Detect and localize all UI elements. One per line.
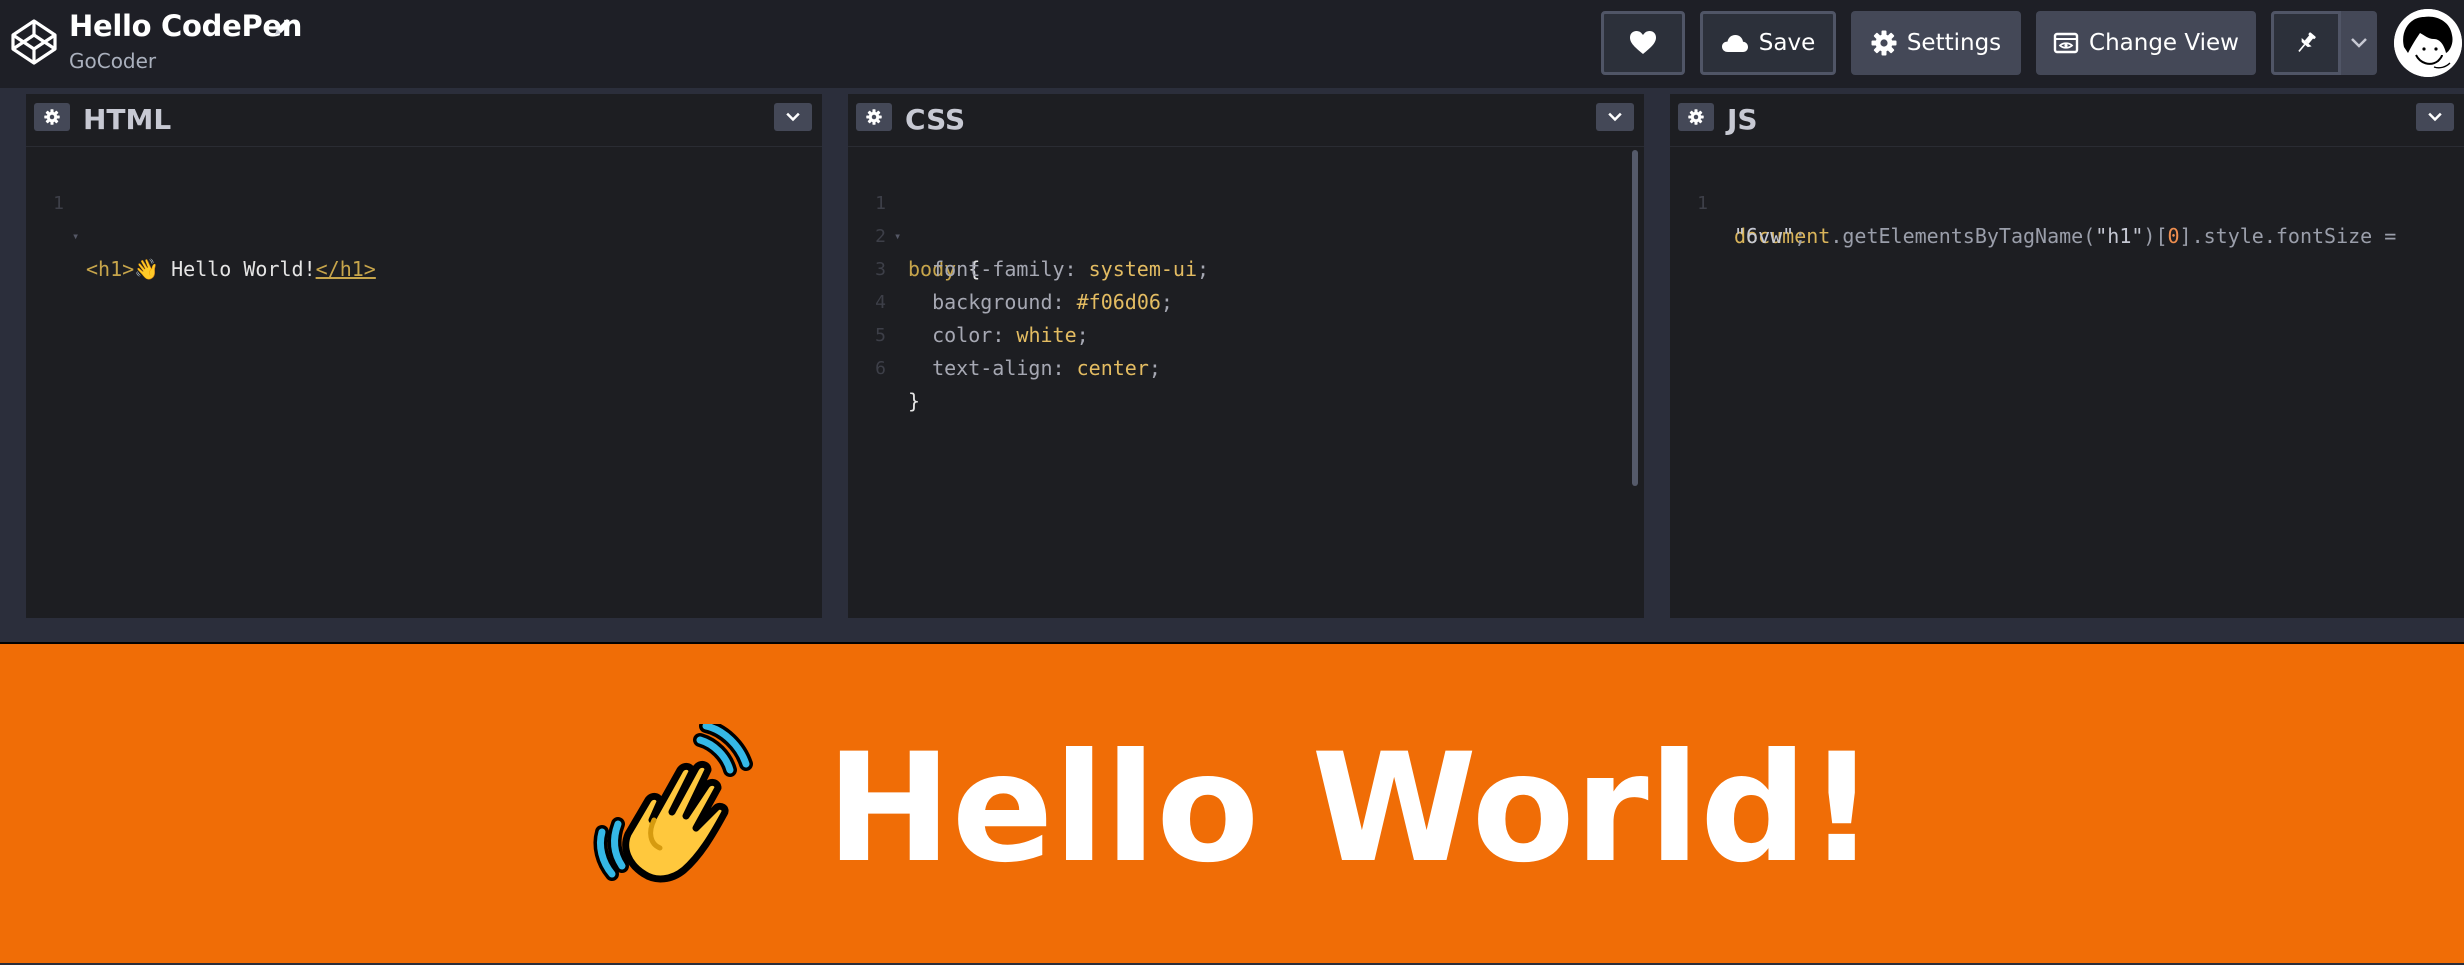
code-line: 3 background: #f06d06; (848, 220, 1644, 314)
html-code[interactable]: 1 ▾ <h1>👋 Hello World!</h1> (26, 154, 822, 281)
css-settings-button[interactable] (856, 103, 892, 131)
js-panel-header: JS (1670, 94, 2464, 147)
html-settings-button[interactable] (34, 103, 70, 131)
change-view-icon (2053, 32, 2079, 54)
code-line: 2 font-family: system-ui; (848, 187, 1644, 281)
change-view-button-label: Change View (2089, 30, 2239, 56)
html-panel-header: HTML (26, 94, 822, 147)
js-string-arg: "h1" (2095, 224, 2144, 248)
css-collapse-button[interactable] (1596, 103, 1634, 131)
cloud-icon (1721, 35, 1748, 52)
html-panel-title: HTML (83, 103, 172, 136)
css-scrollbar[interactable] (1632, 150, 1638, 486)
css-code[interactable]: 1 ▾ body { 2 font-family: system-ui; 3 b… (848, 154, 1644, 413)
gear-icon (44, 109, 60, 125)
html-open-tag: <h1> (86, 257, 135, 281)
css-brace: } (908, 389, 921, 413)
js-semicolon: ; (1794, 224, 1807, 248)
pen-owner[interactable]: GoCoder (69, 49, 156, 73)
gear-icon (1871, 30, 1897, 56)
code-line: 5 text-align: center; (848, 286, 1644, 380)
code-line: 6 } (848, 319, 1644, 413)
css-value: center (1076, 356, 1149, 380)
pin-dropdown-button[interactable] (2341, 11, 2377, 75)
line-number: 6 (875, 358, 886, 379)
heart-icon (1630, 31, 1656, 54)
js-settings-button[interactable] (1678, 103, 1714, 131)
pin-button[interactable] (2271, 11, 2341, 75)
chevron-down-icon (2428, 112, 2442, 122)
settings-button-label: Settings (1906, 30, 2002, 56)
pen-title[interactable]: Hello CodePen (69, 9, 302, 43)
preview-heading: Hello World! (0, 644, 2464, 965)
js-collapse-button[interactable] (2416, 103, 2454, 131)
js-string-value: "6vw" (1734, 224, 1795, 248)
user-avatar[interactable] (2394, 9, 2462, 77)
js-property-chain: ].style.fontSize = (2179, 224, 2397, 248)
preview-heading-text: Hello World! (826, 721, 1876, 896)
code-line: 1 ▾ <h1>👋 Hello World!</h1> (26, 154, 822, 281)
result-preview: Hello World! (0, 642, 2464, 963)
html-close-tag: </h1> (315, 257, 376, 281)
js-punct: )[ (2143, 224, 2168, 248)
pin-icon (2298, 32, 2316, 52)
love-button[interactable] (1601, 11, 1685, 75)
avatar-image (2394, 9, 2462, 77)
js-panel-title: JS (1727, 103, 1758, 136)
top-header: Hello CodePen GoCoder Save Settings Chan… (0, 0, 2464, 88)
editor-area: HTML 1 ▾ <h1>👋 Hello World!</h1> CSS 1 ▾… (0, 88, 2464, 642)
settings-button[interactable]: Settings (1851, 11, 2021, 75)
js-editor-panel[interactable]: JS 1 document.getElementsByTagName("h1")… (1670, 94, 2464, 618)
chevron-down-icon (1608, 112, 1622, 122)
html-collapse-button[interactable] (774, 103, 812, 131)
chevron-down-icon (2351, 38, 2367, 48)
line-number: 1 (53, 193, 64, 214)
gear-icon (1688, 109, 1704, 125)
change-view-button[interactable]: Change View (2036, 11, 2256, 75)
css-property: text-align (932, 356, 1053, 380)
code-line-wrapped: "6vw"; (1670, 187, 2464, 248)
code-line: 4 color: white; (848, 253, 1644, 347)
css-panel-title: CSS (905, 103, 966, 136)
css-editor-panel[interactable]: CSS 1 ▾ body { 2 font-family: system-ui;… (848, 94, 1644, 618)
code-line: 1 ▾ body { (848, 154, 1644, 281)
save-button[interactable]: Save (1700, 11, 1836, 75)
codepen-logo-icon[interactable] (10, 18, 58, 66)
css-panel-header: CSS (848, 94, 1644, 147)
code-line: 1 document.getElementsByTagName("h1")[0]… (1670, 154, 2464, 248)
gear-icon (866, 109, 882, 125)
js-index: 0 (2167, 224, 2180, 248)
html-text: 👋 Hello World! (134, 257, 316, 281)
edit-pencil-icon[interactable] (272, 16, 294, 38)
fold-arrow-icon[interactable]: ▾ (72, 220, 79, 253)
js-code[interactable]: 1 document.getElementsByTagName("h1")[0]… (1670, 154, 2464, 248)
save-button-label: Save (1758, 30, 1816, 56)
waving-hand-icon (593, 723, 754, 882)
html-editor-panel[interactable]: HTML 1 ▾ <h1>👋 Hello World!</h1> (26, 94, 822, 618)
chevron-down-icon (786, 112, 800, 122)
js-method: .getElementsByTagName( (1830, 224, 2096, 248)
